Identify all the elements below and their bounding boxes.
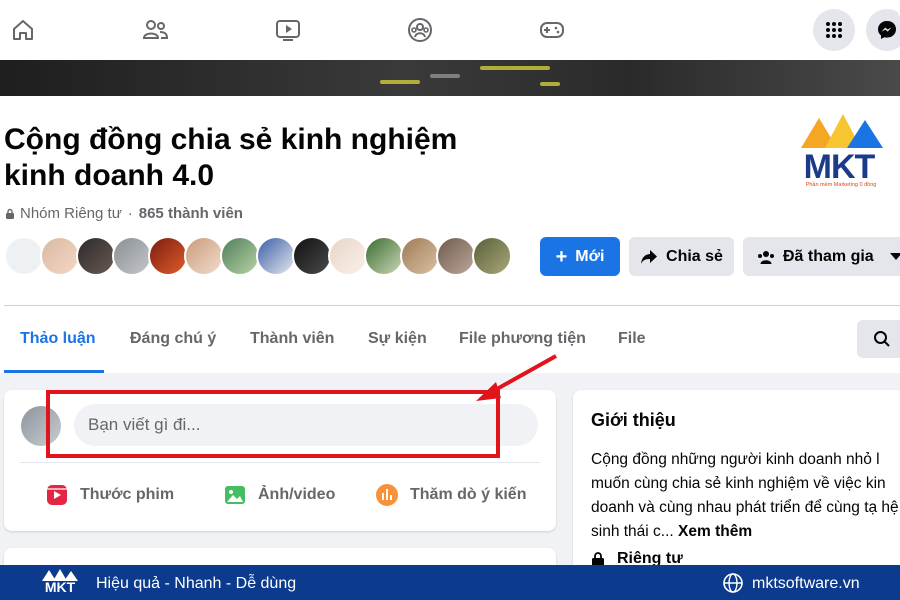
tab-featured[interactable]: Đáng chú ý	[130, 330, 216, 348]
about-text: Cộng đồng những người kinh doanh nhỏ l m…	[591, 451, 899, 540]
tab-members[interactable]: Thành viên	[250, 330, 334, 348]
new-post-button[interactable]: + Mới	[540, 237, 620, 276]
about-heading: Giới thiệu	[591, 410, 676, 430]
reels-icon	[44, 482, 70, 508]
highlight-box	[46, 390, 500, 458]
active-tab-indicator	[4, 370, 104, 373]
cover-photo	[0, 60, 900, 96]
globe-icon	[723, 573, 743, 593]
avatar[interactable]	[328, 236, 368, 276]
avatar[interactable]	[364, 236, 404, 276]
chevron-down-icon	[889, 252, 900, 260]
about-card: Giới thiệu Cộng đồng những người kinh do…	[573, 390, 900, 590]
avatar[interactable]	[292, 236, 332, 276]
avatar[interactable]	[148, 236, 188, 276]
member-count[interactable]: 865 thành viên	[139, 205, 243, 222]
group-header: Cộng đồng chia sẻ kinh nghiệm kinh doanh…	[0, 96, 900, 373]
menu-grid-icon[interactable]	[813, 9, 855, 51]
bottom-banner: MKT Hiệu quả - Nhanh - Dễ dùng mktsoftwa…	[0, 565, 900, 600]
annotation-arrow	[476, 354, 557, 401]
avatar[interactable]	[400, 236, 440, 276]
poll-button[interactable]: Thăm dò ý kiến	[374, 482, 526, 508]
photo-icon	[222, 482, 248, 508]
mkt-logo: MKT Phần mềm Marketing 0 đồng	[795, 110, 887, 192]
banner-website[interactable]: mktsoftware.vn	[752, 575, 860, 593]
banner-slogan: Hiệu quả - Nhanh - Dễ dùng	[96, 575, 297, 592]
photo-video-button[interactable]: Ảnh/video	[222, 482, 335, 508]
top-navigation	[0, 0, 900, 60]
avatar[interactable]	[184, 236, 224, 276]
groups-icon[interactable]	[403, 13, 437, 47]
plus-icon: +	[555, 245, 568, 268]
avatar[interactable]	[472, 236, 512, 276]
tab-files[interactable]: File	[618, 330, 646, 348]
search-icon[interactable]	[857, 320, 900, 358]
group-title: Cộng đồng chia sẻ kinh nghiệm kinh doanh…	[4, 123, 458, 192]
group-meta: Nhóm Riêng tư · 865 thành viên	[4, 205, 243, 222]
avatar[interactable]	[256, 236, 296, 276]
tab-events[interactable]: Sự kiện	[368, 330, 427, 348]
avatar[interactable]	[4, 236, 44, 276]
avatar[interactable]	[112, 236, 152, 276]
tab-discussion[interactable]: Thảo luận	[20, 330, 96, 348]
watch-icon[interactable]	[271, 13, 305, 47]
avatar[interactable]	[436, 236, 476, 276]
home-icon[interactable]	[6, 13, 40, 47]
group-tabs: Thảo luận Đáng chú ý Thành viên Sự kiện …	[0, 306, 900, 373]
privacy-label[interactable]: Nhóm Riêng tư	[20, 205, 122, 222]
share-icon	[641, 249, 658, 264]
avatar[interactable]	[40, 236, 80, 276]
reels-button[interactable]: Thước phim	[44, 482, 174, 508]
friends-icon[interactable]	[138, 13, 172, 47]
share-button[interactable]: Chia sẻ	[629, 237, 734, 276]
poll-icon	[374, 482, 400, 508]
avatar[interactable]	[76, 236, 116, 276]
see-more-link[interactable]: Xem thêm	[678, 523, 752, 540]
people-icon	[758, 250, 774, 264]
avatar[interactable]	[220, 236, 260, 276]
joined-button[interactable]: Đã tham gia	[743, 237, 900, 276]
lock-icon	[6, 208, 14, 219]
messenger-icon[interactable]	[866, 6, 900, 51]
mkt-banner-logo: MKT	[40, 568, 80, 598]
gaming-icon[interactable]	[535, 13, 569, 47]
